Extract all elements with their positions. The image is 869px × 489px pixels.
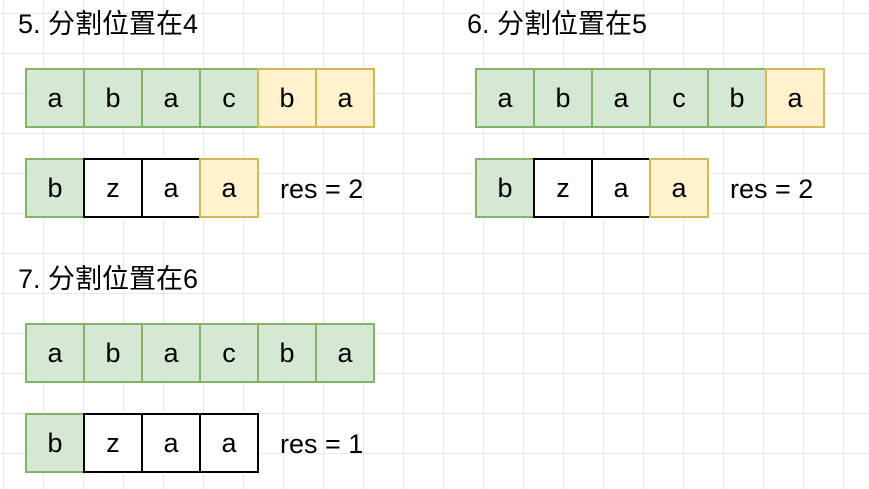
char-cell: a [141, 68, 201, 128]
char-cell: b [83, 68, 143, 128]
char-cell: z [83, 158, 143, 218]
char-cell: a [25, 323, 85, 383]
char-cell: b [257, 323, 317, 383]
char-cell: a [765, 68, 825, 128]
string-top-row: a b a c b a [25, 68, 375, 128]
char-cell: b [257, 68, 317, 128]
char-cell: a [199, 158, 259, 218]
char-cell: c [649, 68, 709, 128]
panel-title: 7. 分割位置在6 [18, 264, 199, 294]
char-cell: a [199, 413, 259, 473]
result-label: res = 2 [730, 174, 814, 204]
char-cell: b [475, 158, 535, 218]
char-cell: a [315, 68, 375, 128]
panel-title: 6. 分割位置在5 [467, 9, 648, 39]
char-cell: a [141, 158, 201, 218]
result-label: res = 1 [280, 429, 364, 459]
string-bottom-row: b z a a [25, 158, 259, 218]
char-cell: z [83, 413, 143, 473]
char-cell: b [25, 158, 85, 218]
char-cell: b [25, 413, 85, 473]
char-cell: a [649, 158, 709, 218]
char-cell: a [591, 158, 651, 218]
char-cell: a [591, 68, 651, 128]
char-cell: b [533, 68, 593, 128]
char-cell: b [83, 323, 143, 383]
panel-title: 5. 分割位置在4 [18, 9, 199, 39]
char-cell: a [141, 323, 201, 383]
string-bottom-row: b z a a [25, 413, 259, 473]
result-label: res = 2 [280, 174, 364, 204]
char-cell: z [533, 158, 593, 218]
char-cell: a [141, 413, 201, 473]
string-top-row: a b a c b a [475, 68, 825, 128]
char-cell: a [475, 68, 535, 128]
char-cell: a [25, 68, 85, 128]
char-cell: c [199, 68, 259, 128]
string-top-row: a b a c b a [25, 323, 375, 383]
char-cell: a [315, 323, 375, 383]
string-bottom-row: b z a a [475, 158, 709, 218]
char-cell: c [199, 323, 259, 383]
char-cell: b [707, 68, 767, 128]
